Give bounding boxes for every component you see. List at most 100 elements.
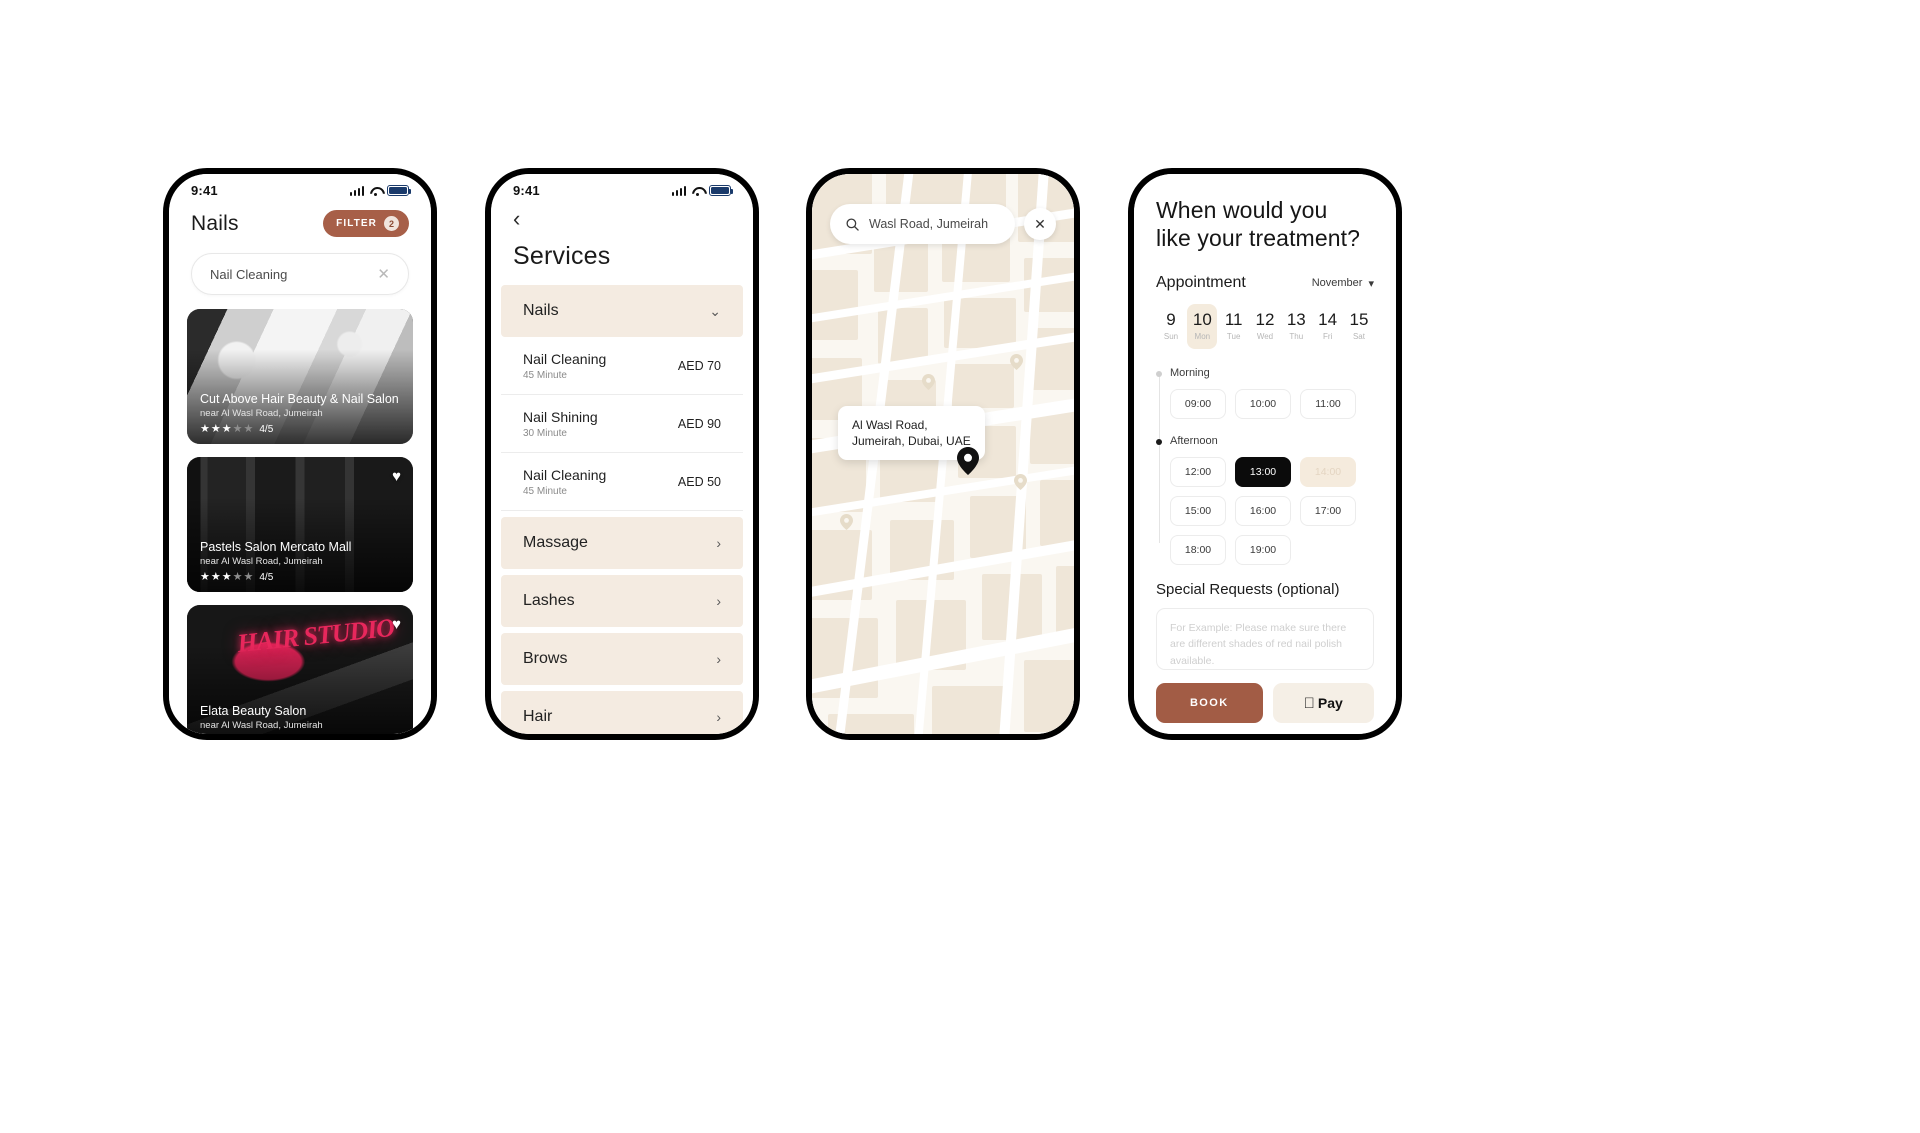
service-category-massage[interactable]: Massage › — [501, 517, 743, 569]
date-picker: 9 Sun 10 Mon 11 Tue 12 Wed 13 Thu 14 Fri… — [1156, 304, 1374, 350]
salon-card[interactable]: Cut Above Hair Beauty & Nail Salon near … — [187, 309, 413, 444]
status-time: 9:41 — [191, 182, 218, 198]
page-title: Services — [513, 242, 611, 270]
battery-icon — [387, 184, 411, 196]
selected-location-pin-icon[interactable] — [957, 447, 979, 475]
time-slot[interactable]: 15:00 — [1170, 496, 1226, 527]
callout-line-1: Al Wasl Road, — [852, 418, 928, 432]
chevron-down-icon[interactable]: ⌄ — [709, 303, 721, 320]
date-option[interactable]: 11 Tue — [1219, 304, 1249, 349]
service-price: AED 70 — [677, 358, 721, 373]
salon-card[interactable]: HAIR STUDIO ♥ Elata Beauty Salon near Al… — [187, 605, 413, 734]
date-weekday: Sun — [1163, 332, 1179, 342]
map-pin-icon[interactable] — [922, 374, 935, 390]
status-time: 9:41 — [513, 182, 540, 198]
back-button[interactable]: ‹ — [491, 200, 753, 230]
date-weekday: Mon — [1194, 332, 1211, 342]
status-icons — [671, 184, 733, 196]
time-slot[interactable]: 18:00 — [1170, 535, 1226, 566]
date-option[interactable]: 12 Wed — [1250, 304, 1280, 349]
morning-slots: 09:00 10:00 11:00 — [1170, 389, 1374, 420]
appointment-row: Appointment November ▾ — [1156, 274, 1374, 292]
time-slot[interactable]: 11:00 — [1300, 389, 1356, 420]
service-text: Nail Cleaning 45 Minute — [523, 467, 606, 497]
search-icon — [846, 217, 859, 231]
date-number: 15 — [1349, 310, 1369, 330]
pay-label: Pay — [1312, 695, 1343, 712]
month-selector[interactable]: November ▾ — [1312, 277, 1374, 290]
category-label: Massage — [523, 534, 588, 551]
time-slot-selected[interactable]: 13:00 — [1235, 457, 1291, 488]
chevron-right-icon[interactable]: › — [716, 535, 721, 551]
callout-line-2: Jumeirah, Dubai, UAE — [852, 434, 971, 449]
salon-location: near Al Wasl Road, Jumeirah — [200, 408, 323, 419]
map-pin-icon[interactable] — [840, 514, 853, 530]
status-bar: 9:41 — [491, 174, 753, 200]
date-option[interactable]: 9 Sun — [1156, 304, 1186, 349]
signal-icon — [349, 185, 364, 196]
salon-name: Elata Beauty Salon — [200, 704, 307, 718]
services-list: Nails ⌄ Nail Cleaning 45 Minute AED 70 N… — [491, 285, 753, 734]
apple-pay-button[interactable]:  Pay — [1272, 683, 1374, 724]
map-close-button[interactable]: ✕ — [1024, 208, 1056, 240]
date-option[interactable]: 15 Sat — [1344, 304, 1374, 349]
book-button[interactable]: BOOK — [1156, 683, 1263, 724]
apple-logo-icon:  — [1304, 696, 1315, 711]
phone-map: Al Wasl Road, Jumeirah, Dubai, UAE Wasl … — [806, 168, 1080, 740]
time-slot[interactable]: 10:00 — [1235, 389, 1291, 420]
chevron-right-icon[interactable]: › — [716, 593, 721, 609]
date-weekday: Sat — [1352, 332, 1365, 342]
wifi-icon — [369, 186, 382, 196]
chevron-right-icon[interactable]: › — [716, 651, 721, 667]
status-bar: 9:41 — [169, 174, 431, 200]
screenshot-canvas: 9:41 Nails FILTER 2 Nail Cleaning ✕ Cut … — [0, 0, 1920, 1133]
date-number: 12 — [1255, 310, 1275, 330]
heading-line-1: When would you — [1156, 197, 1328, 223]
screen-booking: When would you like your treatment? Appo… — [1134, 174, 1396, 734]
search-input[interactable]: Nail Cleaning ✕ — [191, 253, 409, 295]
map-search-input[interactable]: Wasl Road, Jumeirah — [830, 204, 1015, 244]
service-item[interactable]: Nail Cleaning 45 Minute AED 70 — [501, 337, 743, 395]
star-rating-icon: ★ ★ ★ ★ ★ — [200, 571, 254, 583]
salon-rating: ★ ★ ★ ★ ★ 4/5 — [200, 571, 400, 584]
service-category-lashes[interactable]: Lashes › — [501, 575, 743, 627]
special-requests-title: Special Requests (optional) — [1156, 581, 1340, 599]
morning-label: Morning — [1170, 367, 1210, 380]
favorite-heart-icon[interactable]: ♥ — [392, 468, 401, 485]
filter-button[interactable]: FILTER 2 — [323, 210, 409, 237]
date-option-selected[interactable]: 10 Mon — [1187, 304, 1218, 350]
date-option[interactable]: 13 Thu — [1281, 304, 1311, 349]
service-item[interactable]: Nail Cleaning 45 Minute AED 50 — [501, 453, 743, 511]
time-slot[interactable]: 19:00 — [1235, 535, 1291, 566]
listing-header: Nails FILTER 2 — [169, 200, 431, 237]
time-slot[interactable]: 16:00 — [1235, 496, 1291, 527]
map-pin-icon[interactable] — [1010, 354, 1023, 370]
service-category-nails[interactable]: Nails ⌄ — [501, 285, 743, 337]
timeline-bullet-icon — [1156, 371, 1162, 378]
salon-location: near Al Wasl Road, Jumeirah — [200, 720, 323, 731]
booking-actions: BOOK  Pay — [1156, 683, 1374, 724]
service-price: AED 90 — [677, 416, 721, 431]
time-slot[interactable]: 12:00 — [1170, 457, 1226, 488]
date-option[interactable]: 14 Fri — [1313, 304, 1343, 349]
time-slot[interactable]: 09:00 — [1170, 389, 1226, 420]
time-slot[interactable]: 17:00 — [1300, 496, 1356, 527]
chevron-right-icon[interactable]: › — [716, 709, 721, 725]
special-requests-input[interactable]: For Example: Please make sure there are … — [1156, 608, 1374, 671]
booking-heading: When would you like your treatment? — [1156, 196, 1374, 252]
service-name: Nail Cleaning — [523, 466, 607, 483]
service-category-brows[interactable]: Brows › — [501, 633, 743, 685]
map-pin-icon[interactable] — [1014, 474, 1027, 490]
service-category-hair[interactable]: Hair › — [501, 691, 743, 734]
service-item[interactable]: Nail Shining 30 Minute AED 90 — [501, 395, 743, 453]
salon-location: near Al Wasl Road, Jumeirah — [200, 556, 323, 567]
category-label: Hair — [523, 708, 553, 725]
service-duration: 45 Minute — [523, 369, 567, 381]
date-weekday: Tue — [1226, 332, 1241, 342]
clear-search-icon[interactable]: ✕ — [377, 267, 390, 282]
salon-card[interactable]: ♥ Pastels Salon Mercato Mall near Al Was… — [187, 457, 413, 592]
time-slot-disabled: 14:00 — [1300, 457, 1356, 488]
map-canvas[interactable]: Al Wasl Road, Jumeirah, Dubai, UAE Wasl … — [812, 174, 1074, 734]
service-name: Nail Cleaning — [523, 350, 607, 367]
favorite-heart-icon[interactable]: ♥ — [392, 616, 401, 633]
